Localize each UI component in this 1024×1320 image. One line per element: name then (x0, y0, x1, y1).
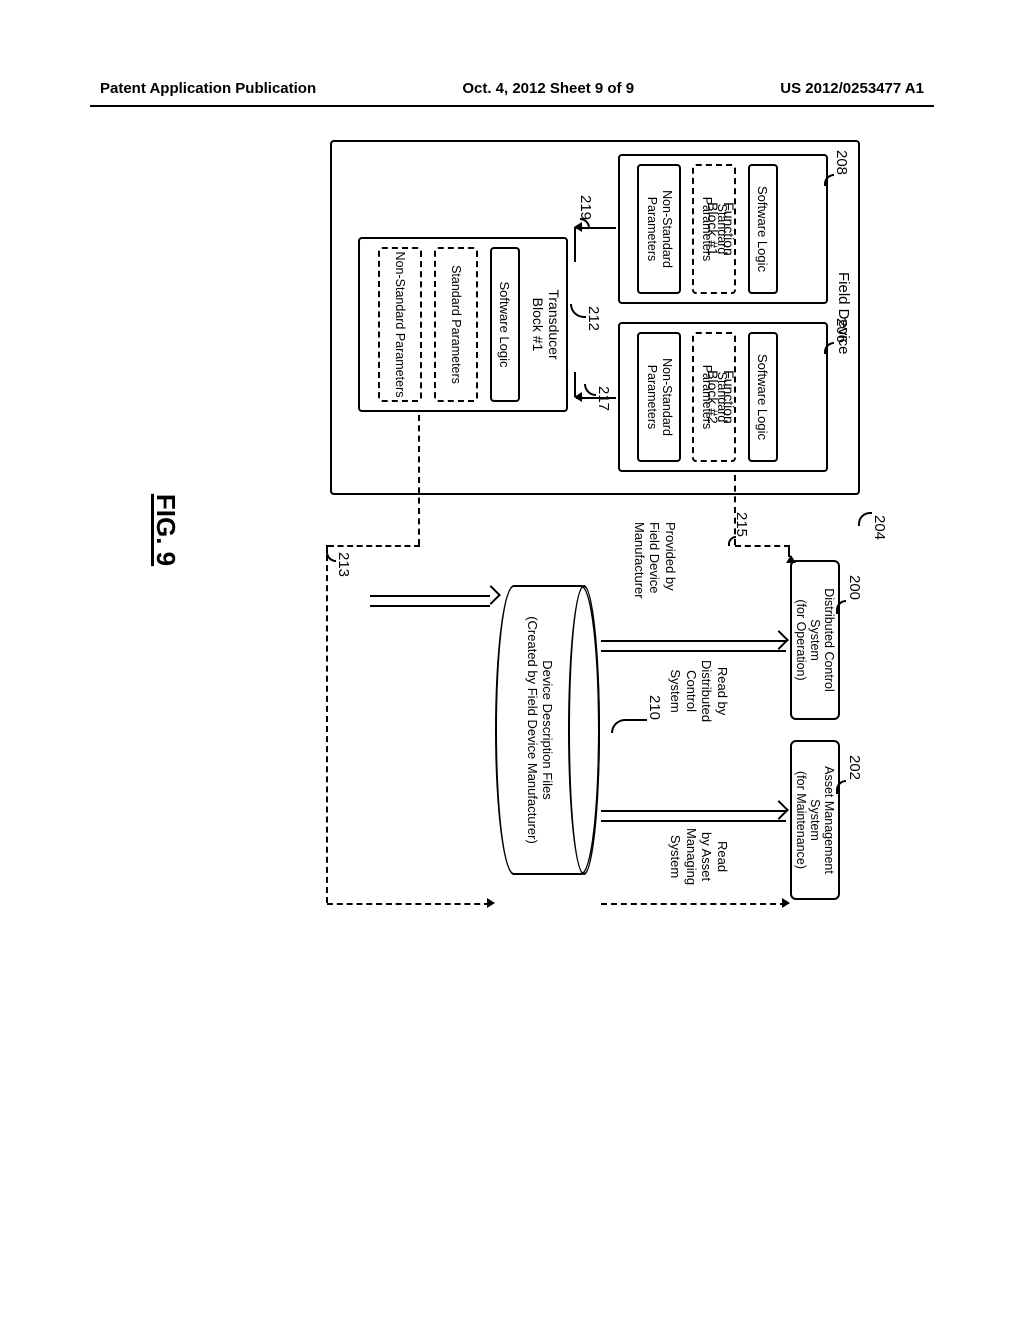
arrow-213-seg-b (328, 545, 420, 547)
ref-217: 217 (595, 386, 612, 411)
arrow-213-seg-c (326, 545, 328, 903)
pub-number: US 2012/0253477 A1 (780, 80, 924, 97)
lead-204 (858, 512, 872, 526)
read-by-dcs-label: Read by Distributed Control System (668, 660, 730, 722)
header-rule (90, 105, 934, 107)
cylinder-top-ellipse (568, 585, 600, 875)
arrow-213-seg-a (418, 415, 420, 545)
ref-219: 219 (577, 195, 594, 220)
arrow-213-seg-e (601, 903, 786, 905)
pub-label: Patent Application Publication (100, 80, 316, 97)
ref-215: 215 (733, 512, 750, 537)
fb2-software-logic: Software Logic (748, 332, 778, 462)
ref-204: 204 (871, 515, 888, 540)
dcs-box: Distributed Control System (for Operatio… (790, 560, 840, 720)
arrow-provided-right (370, 605, 490, 607)
figure-label: FIG. 9 (150, 494, 181, 566)
ref-212: 212 (585, 306, 602, 331)
arrow-dd-to-ams (601, 810, 786, 812)
ams-box: Asset Management System (for Maintenance… (790, 740, 840, 900)
dd-files-cylinder: Device Description Files (Created by Fie… (495, 585, 600, 875)
arrow-dd-to-dcs-head (769, 630, 789, 650)
page-header: Patent Application Publication Oct. 4, 2… (0, 80, 1024, 97)
arrow-213-head-up2 (782, 898, 790, 908)
ref-200: 200 (846, 575, 863, 600)
tb-nonstd-params: Non-Standard Parameters (378, 247, 422, 402)
tb-title: Transducer Block #1 (530, 239, 562, 410)
tb-std-params: Standard Parameters (434, 247, 478, 402)
provided-by-label: Provided by Field Device Manufacturer (631, 522, 678, 599)
fb2-nonstd-params: Non-Standard Parameters (637, 332, 681, 462)
function-block-1: Function Block #1 Software Logic Standar… (618, 154, 828, 304)
arrow-215-head (786, 555, 796, 563)
arrow-provided-head (481, 585, 501, 605)
arrow-dd-to-ams-right (601, 820, 786, 822)
arrow-dd-to-dcs-right (601, 650, 786, 652)
arrow-dd-to-ams-head (769, 800, 789, 820)
fb1-nonstd-params: Non-Standard Parameters (637, 164, 681, 294)
ref-213: 213 (335, 552, 352, 577)
ref-206: 206 (833, 318, 850, 343)
arrow-213-seg-d (327, 903, 490, 905)
figure-diagram: Field Device Function Block #1 Software … (120, 140, 860, 920)
date-sheet: Oct. 4, 2012 Sheet 9 of 9 (462, 80, 634, 97)
arrow-elbow-2 (574, 372, 576, 397)
ref-208: 208 (833, 150, 850, 175)
dd-files-label: Device Description Files (Created by Fie… (526, 616, 556, 844)
arrow-dd-to-dcs (601, 640, 786, 642)
lead-210 (611, 719, 647, 733)
arrow-213-head-up1 (487, 898, 495, 908)
arrow-elbow-1 (574, 227, 576, 262)
arrow-provided-line (370, 595, 490, 597)
arrow-215-seg2 (735, 545, 790, 547)
ref-210: 210 (646, 695, 663, 720)
fb2-std-params: Standard Parameters (692, 332, 736, 462)
fb1-std-params: Standard Parameters (692, 164, 736, 294)
transducer-block-1: Transducer Block #1 Software Logic Stand… (358, 237, 568, 412)
tb-software-logic: Software Logic (490, 247, 520, 402)
fb1-software-logic: Software Logic (748, 164, 778, 294)
ref-202: 202 (846, 755, 863, 780)
function-block-2: Function Block #2 Software Logic Standar… (618, 322, 828, 472)
lead-215 (728, 536, 736, 546)
read-by-ams-label: Read by Asset Managing System (668, 828, 730, 885)
